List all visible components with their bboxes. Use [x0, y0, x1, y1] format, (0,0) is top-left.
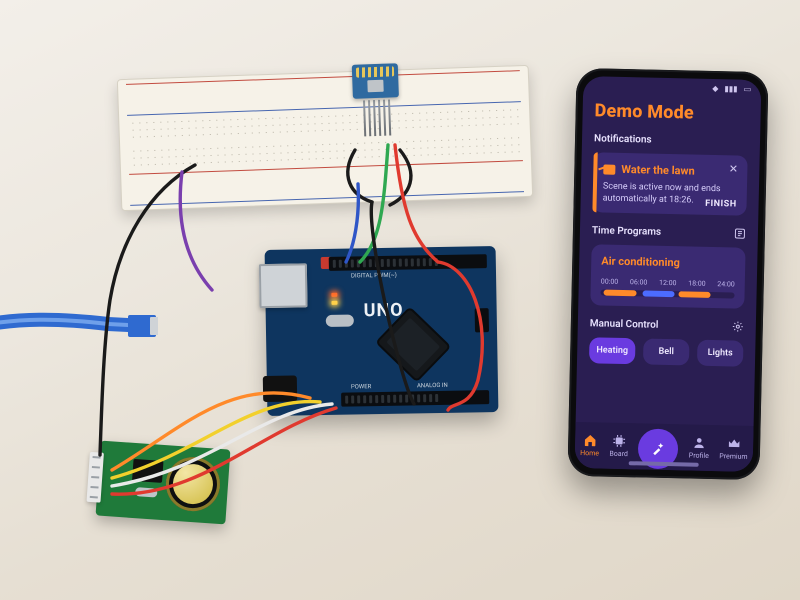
wifi-icon: ◆	[712, 83, 718, 92]
app-screen: ◆ ▮▮▮ ▭ Demo Mode Notifications Water th…	[575, 76, 762, 472]
tx-led-icon	[331, 301, 337, 305]
nav-premium[interactable]: Premium	[719, 436, 748, 461]
nav-board[interactable]: Board	[609, 434, 628, 458]
power-analog-header	[341, 390, 489, 407]
tick: 18:00	[688, 280, 706, 288]
user-icon	[692, 436, 706, 450]
watering-can-icon	[603, 164, 615, 174]
section-manual-control-label: Manual Control	[590, 318, 659, 331]
section-notifications: Notifications	[594, 133, 748, 147]
analog-label: ANALOG IN	[417, 382, 448, 390]
battery-icon: ▭	[744, 84, 752, 93]
section-notifications-label: Notifications	[594, 133, 652, 145]
finish-button[interactable]: FINISH	[705, 199, 737, 210]
bluetooth-module	[352, 63, 400, 137]
close-icon[interactable]: ✕	[727, 163, 739, 175]
tab-heating[interactable]: Heating	[589, 338, 636, 365]
tick: 00:00	[601, 278, 619, 286]
edit-program-icon[interactable]	[734, 228, 746, 240]
power-led-icon	[331, 293, 337, 297]
program-ticks: 00:00 06:00 12:00 18:00 24:00	[601, 278, 735, 289]
home-icon	[583, 433, 597, 447]
crown-icon	[727, 436, 741, 450]
arduino-uno-board: DIGITAL PWM(~) POWER ANALOG IN UNO	[265, 246, 499, 416]
rtc-module	[96, 441, 231, 525]
usb-b-port	[259, 263, 308, 308]
icsp-header	[475, 308, 489, 332]
digital-header	[329, 254, 487, 271]
chip-icon	[612, 434, 626, 448]
usb-cable	[0, 306, 158, 346]
crystal-oscillator	[326, 314, 354, 326]
nav-label: Premium	[719, 452, 747, 461]
nav-profile[interactable]: Profile	[689, 436, 710, 460]
nav-label: Board	[609, 450, 628, 458]
board-model-label: UNO	[363, 300, 403, 322]
tab-lights[interactable]: Lights	[697, 340, 744, 367]
rtc-ic	[132, 459, 163, 483]
notification-title: Water the lawn	[621, 163, 695, 178]
notification-card[interactable]: Water the lawn ✕ Scene is active now and…	[592, 152, 747, 216]
tick: 24:00	[717, 280, 735, 288]
section-manual-control: Manual Control	[590, 318, 744, 333]
nav-home[interactable]: Home	[580, 433, 599, 457]
digital-label: DIGITAL PWM(~)	[351, 272, 397, 280]
manual-tabs: Heating Bell Lights	[589, 338, 744, 367]
breadboard	[117, 65, 533, 211]
smartphone: ◆ ▮▮▮ ▭ Demo Mode Notifications Water th…	[567, 68, 768, 480]
program-title: Air conditioning	[601, 255, 735, 271]
power-label: POWER	[351, 383, 371, 390]
gear-icon[interactable]	[732, 321, 744, 333]
program-card[interactable]: Air conditioning 00:00 06:00 12:00 18:00…	[590, 245, 745, 309]
barrel-jack	[263, 375, 297, 402]
nav-label: Home	[580, 449, 599, 457]
magic-icon	[651, 442, 665, 456]
nav-label: Profile	[689, 452, 709, 460]
workbench-photo: DIGITAL PWM(~) POWER ANALOG IN UNO	[0, 0, 800, 600]
signal-icon: ▮▮▮	[724, 84, 737, 93]
section-time-programs: Time Programs	[592, 225, 746, 240]
rtc-crystal	[135, 487, 158, 498]
tick: 12:00	[659, 279, 677, 287]
program-bar	[600, 290, 734, 299]
nav-scenes[interactable]	[639, 446, 679, 447]
tab-bell[interactable]: Bell	[643, 339, 690, 366]
app-title: Demo Mode	[594, 100, 748, 124]
tick: 06:00	[630, 278, 648, 286]
section-time-programs-label: Time Programs	[592, 225, 661, 238]
